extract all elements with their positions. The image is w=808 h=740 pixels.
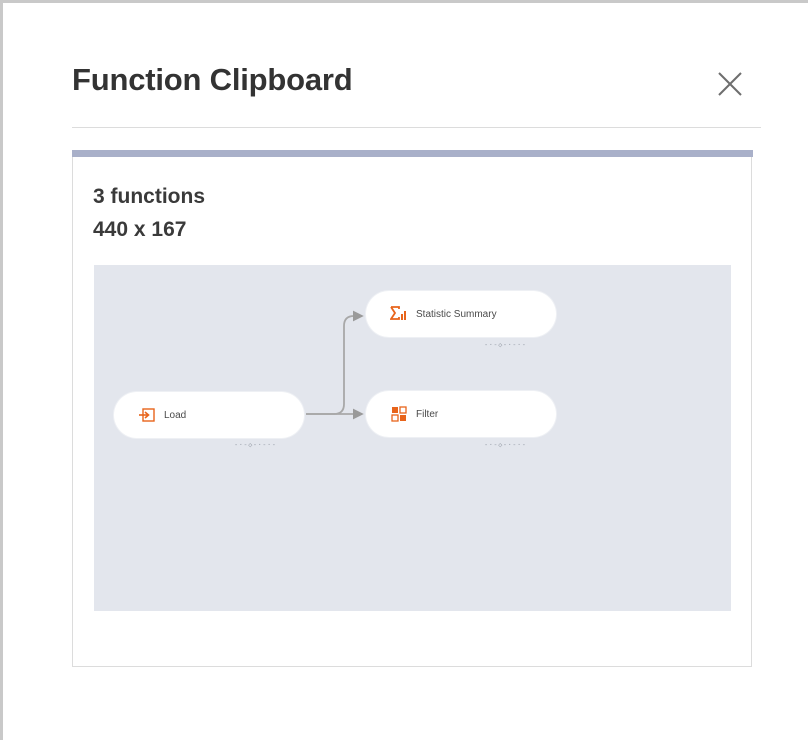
node-label: Load bbox=[164, 409, 187, 421]
node-filter: Filter bbox=[366, 391, 556, 437]
node-ports: -·-◇-·-·- bbox=[234, 441, 277, 449]
window-frame-top bbox=[0, 0, 808, 3]
node-label: Filter bbox=[416, 408, 439, 420]
node-ports: -·-◇-·-·- bbox=[484, 441, 527, 449]
title-divider bbox=[72, 127, 761, 128]
link-load-to-statistic-summary bbox=[306, 310, 364, 415]
close-button[interactable] bbox=[712, 66, 748, 102]
load-icon bbox=[138, 406, 156, 424]
node-statistic-summary: Statistic Summary bbox=[366, 291, 556, 337]
node-load: Load bbox=[114, 392, 304, 438]
workflow-preview: Load -·-◇-·-·- Statistic Summary -·-◇-·-… bbox=[94, 265, 731, 611]
close-icon bbox=[718, 72, 742, 96]
node-label: Statistic Summary bbox=[416, 308, 497, 320]
statistic-summary-icon bbox=[390, 305, 408, 323]
clipboard-item-card[interactable]: 3 functions 440 x 167 Load -·-◇-·-·- Sta… bbox=[72, 150, 753, 667]
clipboard-dimensions: 440 x 167 bbox=[93, 218, 187, 241]
dialog-title: Function Clipboard bbox=[72, 62, 353, 97]
node-ports: -·-◇-·-·- bbox=[484, 341, 527, 349]
card-accent-bar bbox=[72, 150, 753, 157]
function-count: 3 functions bbox=[93, 185, 206, 208]
window-frame-left bbox=[0, 0, 3, 740]
filter-icon bbox=[390, 405, 408, 423]
